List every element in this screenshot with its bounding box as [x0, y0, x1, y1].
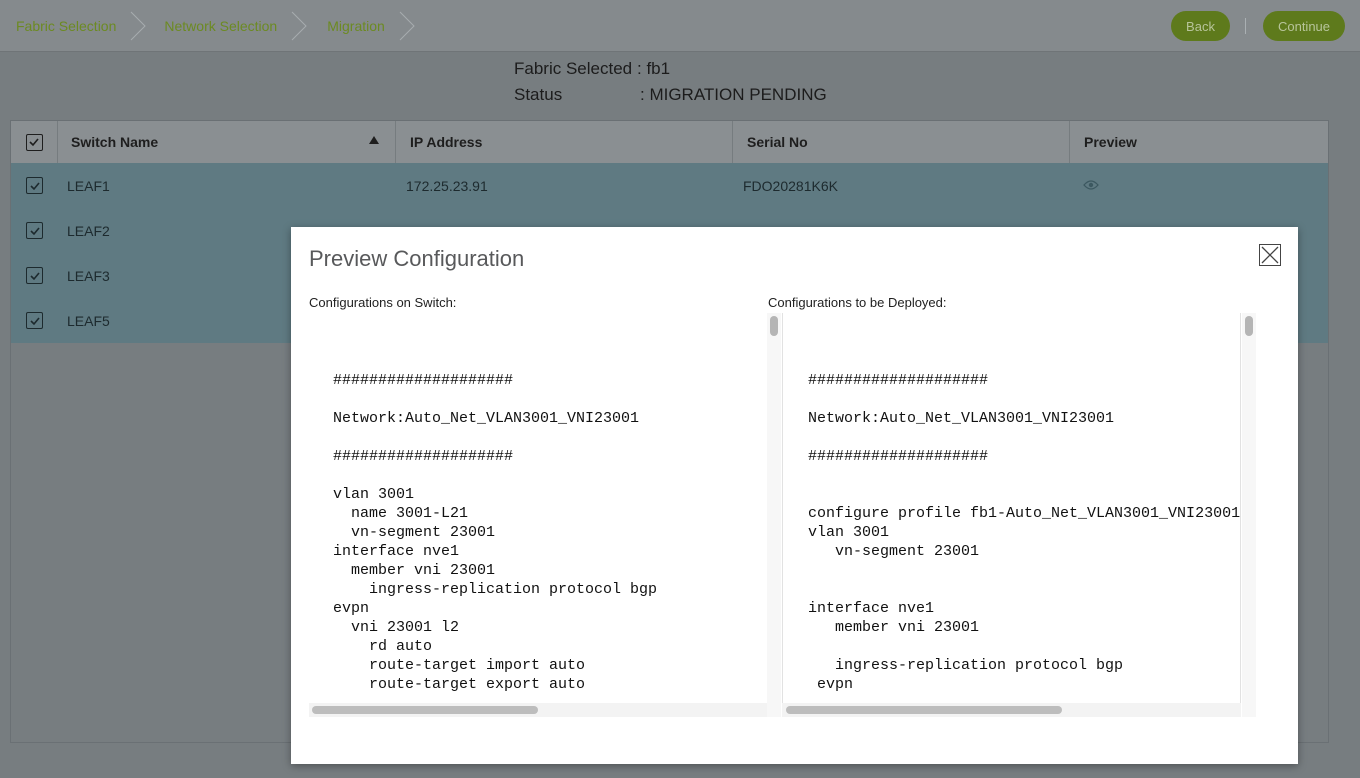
- wizard-header: Fabric Selection Network Selection Migra…: [0, 0, 1360, 52]
- status-label: Status: [514, 85, 563, 104]
- switch-config-text: #################### Network:Auto_Net_VL…: [333, 372, 658, 693]
- row-select-cell: [11, 267, 58, 284]
- switch-config-viewer[interactable]: #################### Network:Auto_Net_VL…: [309, 313, 767, 717]
- breadcrumb-label[interactable]: Migration: [307, 18, 399, 34]
- check-icon: [29, 181, 40, 190]
- row-select-cell: [11, 177, 58, 194]
- sort-ascending-icon[interactable]: [369, 136, 379, 144]
- breadcrumb-label[interactable]: Fabric Selection: [0, 18, 130, 34]
- column-header-serial-no[interactable]: Serial No: [733, 121, 1070, 163]
- select-all-cell: [11, 121, 58, 163]
- breadcrumb: Fabric Selection Network Selection Migra…: [0, 0, 415, 52]
- continue-button[interactable]: Continue: [1263, 11, 1345, 41]
- table-header: Switch Name IP Address Serial No Preview: [11, 121, 1328, 163]
- fabric-selected-value: : fb1: [637, 59, 671, 78]
- serial-no-cell: FDO20281K6K: [743, 177, 838, 194]
- chevron-right-icon: [399, 11, 415, 41]
- fabric-status-panel: Fabric Selected : fb1 Status : MIGRATION…: [514, 56, 827, 108]
- row-select-cell: [11, 312, 58, 329]
- divider: [1245, 18, 1246, 34]
- column-header-label: Serial No: [747, 134, 808, 150]
- check-icon: [29, 316, 40, 325]
- check-icon: [29, 271, 40, 280]
- column-header-label: Switch Name: [71, 134, 159, 150]
- row-checkbox[interactable]: [26, 177, 43, 194]
- breadcrumb-label[interactable]: Network Selection: [146, 18, 291, 34]
- check-icon: [29, 138, 39, 147]
- back-button[interactable]: Back: [1171, 11, 1230, 41]
- status-row: Status : MIGRATION PENDING: [514, 82, 827, 108]
- column-header-ip-address[interactable]: IP Address: [396, 121, 733, 163]
- table-row[interactable]: LEAF1 172.25.23.91 FDO20281K6K: [11, 163, 1328, 208]
- preview-configuration-modal: Preview Configuration Configurations on …: [291, 227, 1298, 764]
- switch-config-horizontal-scrollbar[interactable]: [309, 703, 767, 717]
- eye-icon[interactable]: [1083, 179, 1099, 191]
- switch-config-vertical-scrollbar[interactable]: [767, 313, 781, 717]
- status-value: : MIGRATION PENDING: [640, 85, 827, 104]
- breadcrumb-item-migration[interactable]: Migration: [307, 0, 415, 52]
- modal-title: Preview Configuration: [309, 246, 525, 271]
- scrollbar-thumb[interactable]: [770, 316, 778, 336]
- column-header-switch-name[interactable]: Switch Name: [58, 121, 396, 163]
- deploy-config-text: #################### Network:Auto_Net_VL…: [808, 372, 1241, 693]
- scrollbar-thumb[interactable]: [312, 706, 538, 714]
- deploy-config-viewer[interactable]: #################### Network:Auto_Net_VL…: [782, 313, 1241, 717]
- switch-config-label: Configurations on Switch:: [309, 295, 457, 310]
- chevron-right-icon: [131, 11, 147, 41]
- row-checkbox[interactable]: [26, 267, 43, 284]
- deploy-config-horizontal-scrollbar[interactable]: [782, 703, 1241, 717]
- select-all-checkbox[interactable]: [25, 133, 43, 151]
- fabric-selected-row: Fabric Selected : fb1: [514, 56, 827, 82]
- preview-cell: [1070, 178, 1328, 194]
- column-header-label: IP Address: [410, 134, 483, 150]
- close-button[interactable]: [1259, 244, 1281, 266]
- column-header-label: Preview: [1084, 134, 1137, 150]
- breadcrumb-item-fabric-selection[interactable]: Fabric Selection: [0, 0, 147, 52]
- deploy-config-vertical-scrollbar[interactable]: [1242, 313, 1256, 717]
- breadcrumb-item-network-selection[interactable]: Network Selection: [146, 0, 307, 52]
- chevron-right-icon: [291, 11, 307, 41]
- column-header-preview: Preview: [1070, 121, 1328, 163]
- row-checkbox[interactable]: [26, 312, 43, 329]
- row-select-cell: [11, 222, 58, 239]
- fabric-selected-label: Fabric Selected: [514, 59, 633, 78]
- switch-name-cell: LEAF1: [67, 177, 110, 194]
- close-icon: [1261, 246, 1279, 264]
- deploy-config-label: Configurations to be Deployed:: [768, 295, 947, 310]
- row-checkbox[interactable]: [26, 222, 43, 239]
- check-icon: [29, 226, 40, 235]
- scrollbar-thumb[interactable]: [1245, 316, 1253, 336]
- ip-address-cell: 172.25.23.91: [406, 177, 488, 194]
- wizard-actions: Back Continue: [1171, 11, 1345, 41]
- scrollbar-thumb[interactable]: [786, 706, 1062, 714]
